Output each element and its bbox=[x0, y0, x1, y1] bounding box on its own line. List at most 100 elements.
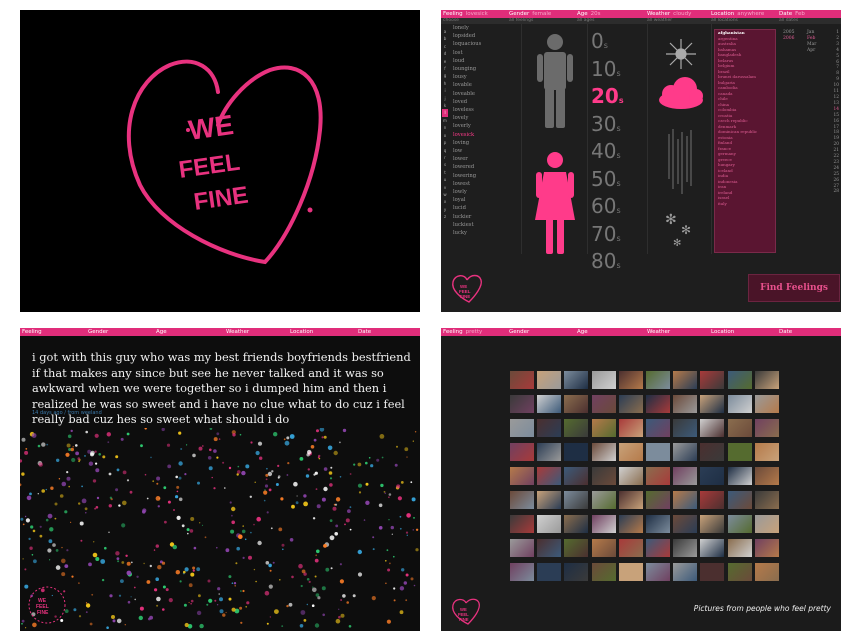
feeling-particle[interactable] bbox=[372, 536, 375, 539]
feeling-particle[interactable] bbox=[385, 560, 387, 562]
nav-filter-location[interactable]: Location bbox=[290, 328, 313, 336]
feeling-particle[interactable] bbox=[72, 446, 74, 448]
feeling-particle[interactable] bbox=[283, 438, 286, 441]
feeling-particle[interactable] bbox=[116, 618, 122, 624]
nav-filter-date[interactable]: Date Feb bbox=[779, 10, 805, 18]
feeling-particle[interactable] bbox=[213, 449, 217, 453]
year-option[interactable]: 2006 bbox=[783, 36, 794, 42]
feeling-particle[interactable] bbox=[399, 610, 404, 615]
small-heart-logo-icon[interactable]: WE FEEL FINE bbox=[449, 272, 485, 304]
feeling-particle[interactable] bbox=[385, 582, 387, 585]
feeling-particle[interactable] bbox=[59, 494, 64, 498]
snow-icon[interactable]: ✻ ✻ ✻ bbox=[665, 212, 691, 249]
feeling-particle[interactable] bbox=[405, 599, 408, 602]
feeling-option[interactable]: luckiest bbox=[453, 221, 523, 229]
feeling-particle[interactable] bbox=[39, 525, 42, 528]
feeling-option[interactable]: lowered bbox=[453, 163, 523, 171]
feeling-particle[interactable] bbox=[108, 472, 112, 476]
feeling-particle[interactable] bbox=[117, 560, 120, 563]
feeling-particle[interactable] bbox=[180, 448, 183, 450]
feeling-particle[interactable] bbox=[24, 515, 27, 518]
alphabet-letter-c[interactable]: c bbox=[442, 43, 448, 50]
feeling-particle[interactable] bbox=[48, 539, 53, 544]
picture-thumbnail[interactable] bbox=[510, 395, 534, 413]
feeling-particle[interactable] bbox=[58, 478, 61, 480]
picture-thumbnail[interactable] bbox=[618, 515, 643, 533]
feeling-particle[interactable] bbox=[394, 463, 398, 467]
feeling-option[interactable]: low bbox=[453, 147, 523, 155]
feeling-particle[interactable] bbox=[61, 558, 66, 564]
feeling-particles[interactable] bbox=[20, 428, 420, 631]
feeling-particle[interactable] bbox=[89, 622, 93, 626]
feeling-particle[interactable] bbox=[410, 577, 414, 581]
feeling-particle[interactable] bbox=[168, 598, 173, 603]
feeling-particle[interactable] bbox=[323, 544, 327, 548]
feeling-particle[interactable] bbox=[257, 540, 262, 546]
feeling-particle[interactable] bbox=[274, 609, 279, 614]
picture-thumbnail[interactable] bbox=[591, 467, 616, 485]
feeling-particle[interactable] bbox=[225, 548, 230, 553]
feeling-particle[interactable] bbox=[85, 430, 88, 434]
feeling-particle[interactable] bbox=[154, 588, 158, 592]
location-option[interactable]: italy bbox=[715, 201, 775, 207]
picture-thumbnail[interactable] bbox=[591, 419, 616, 437]
feeling-particle[interactable] bbox=[404, 447, 409, 452]
feeling-particle[interactable] bbox=[45, 518, 49, 522]
feeling-particle[interactable] bbox=[54, 517, 57, 520]
feeling-particle[interactable] bbox=[228, 597, 232, 601]
feeling-particle[interactable] bbox=[109, 594, 113, 598]
feeling-particle[interactable] bbox=[372, 548, 375, 551]
feeling-particle[interactable] bbox=[289, 538, 294, 542]
feeling-particle[interactable] bbox=[250, 531, 252, 534]
feeling-particle[interactable] bbox=[300, 584, 303, 588]
feeling-particle[interactable] bbox=[127, 600, 131, 604]
alphabet-letter-n[interactable]: n bbox=[442, 124, 448, 131]
feeling-particle[interactable] bbox=[196, 610, 202, 616]
alphabet-letter-i[interactable]: i bbox=[442, 87, 448, 94]
picture-thumbnail[interactable] bbox=[510, 515, 534, 533]
picture-thumbnail[interactable] bbox=[564, 371, 589, 389]
feeling-particle[interactable] bbox=[335, 618, 341, 624]
feeling-particle[interactable] bbox=[209, 428, 213, 430]
feeling-particle[interactable] bbox=[387, 568, 391, 572]
picture-thumbnail[interactable] bbox=[646, 539, 670, 557]
feeling-particle[interactable] bbox=[161, 561, 166, 565]
feeling-particle[interactable] bbox=[270, 527, 273, 530]
feeling-particle[interactable] bbox=[316, 504, 321, 509]
feeling-particle[interactable] bbox=[32, 529, 36, 533]
feeling-particle[interactable] bbox=[172, 544, 177, 550]
feeling-particle[interactable] bbox=[66, 471, 69, 474]
feeling-option[interactable]: lopsided bbox=[453, 32, 523, 40]
feeling-particle[interactable] bbox=[235, 562, 238, 565]
picture-thumbnail[interactable] bbox=[646, 491, 670, 509]
feeling-particle[interactable] bbox=[37, 444, 41, 448]
feeling-particle[interactable] bbox=[31, 554, 34, 556]
picture-thumbnail[interactable] bbox=[564, 443, 589, 461]
picture-thumbnail[interactable] bbox=[564, 563, 589, 581]
feeling-particle[interactable] bbox=[146, 497, 149, 500]
feeling-particle[interactable] bbox=[116, 468, 120, 472]
feeling-particle[interactable] bbox=[365, 461, 368, 465]
nav-filter-feeling[interactable]: Feeling lovesick bbox=[443, 10, 488, 18]
feeling-particle[interactable] bbox=[321, 436, 324, 439]
feeling-particle[interactable] bbox=[308, 580, 311, 583]
feeling-particle[interactable] bbox=[186, 528, 190, 532]
nav-filter-date[interactable]: Date bbox=[779, 328, 792, 336]
nav-filter-weather[interactable]: Weather bbox=[647, 328, 670, 336]
feeling-particle[interactable] bbox=[156, 476, 161, 481]
feeling-particle[interactable] bbox=[393, 587, 396, 590]
feeling-particle[interactable] bbox=[400, 481, 404, 484]
find-feelings-button[interactable]: Find Feelings bbox=[748, 274, 840, 302]
picture-thumbnail[interactable] bbox=[673, 419, 698, 437]
feeling-particle[interactable] bbox=[253, 523, 255, 526]
feeling-particle[interactable] bbox=[342, 428, 347, 433]
nav-filter-weather[interactable]: Weather bbox=[226, 328, 249, 336]
feeling-particle[interactable] bbox=[88, 562, 92, 567]
feeling-particle[interactable] bbox=[358, 491, 362, 494]
picture-thumbnail[interactable] bbox=[673, 371, 698, 389]
picture-thumbnail[interactable] bbox=[700, 443, 725, 461]
alphabet-letter-q[interactable]: q bbox=[442, 147, 448, 154]
feeling-particle[interactable] bbox=[92, 552, 98, 558]
feeling-particle[interactable] bbox=[239, 606, 243, 610]
day-option[interactable]: 28 bbox=[829, 189, 839, 195]
